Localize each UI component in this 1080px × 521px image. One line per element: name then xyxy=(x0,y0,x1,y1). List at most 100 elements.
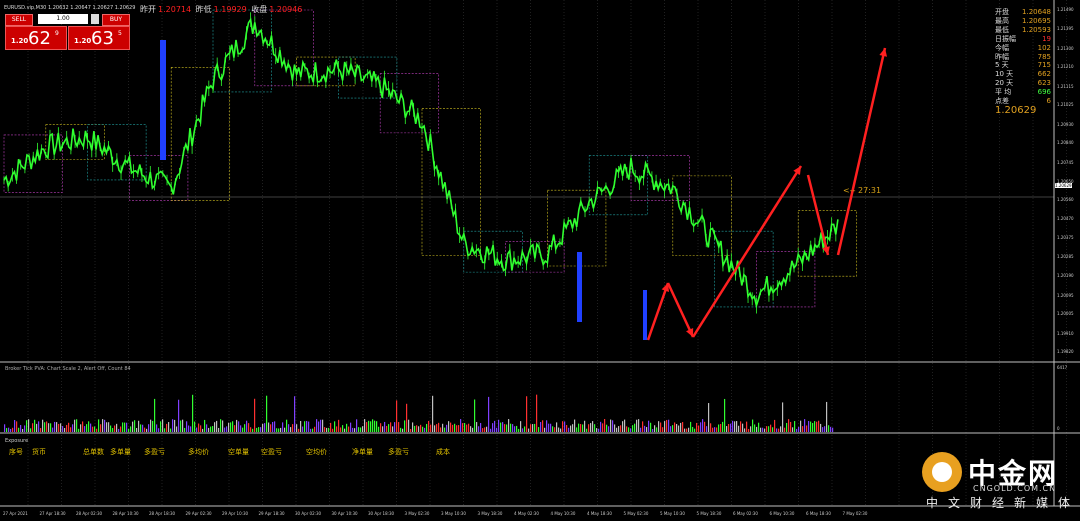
volume-bar xyxy=(610,419,612,432)
volume-bar xyxy=(62,426,64,432)
volume-bar xyxy=(262,423,264,432)
time-axis-label: 29 Apr 02:30 xyxy=(185,511,212,516)
daily-stats: 昨开 1.20714 昨低 1.19929 收盘 1.20946 xyxy=(140,4,304,15)
volume-bar xyxy=(586,428,588,432)
volume-bar xyxy=(308,421,310,432)
volume-bar xyxy=(638,419,640,432)
volume-bar xyxy=(602,423,604,432)
volume-bar xyxy=(706,426,708,432)
indicator-scale-top: 6417 xyxy=(1057,365,1068,370)
volume-bar xyxy=(374,420,376,432)
volume-bar xyxy=(496,427,498,432)
volume-bar xyxy=(328,427,330,432)
volume-bar xyxy=(558,427,560,432)
volume-bar xyxy=(172,419,174,432)
time-axis-label: 30 Apr 02:30 xyxy=(295,511,322,516)
volume-bar xyxy=(192,394,194,432)
volume-bar xyxy=(620,425,622,432)
info-row: 平 均 696 xyxy=(995,88,1051,97)
exposure-column-header: 空均价 xyxy=(306,448,327,456)
volume-bar xyxy=(576,427,578,432)
volume-bar xyxy=(526,396,528,432)
volume-bar xyxy=(216,420,218,432)
volume-bar xyxy=(512,424,514,432)
volume-bar xyxy=(334,421,336,432)
volume-bar xyxy=(320,419,322,432)
volume-bar xyxy=(250,427,252,432)
volume-bar xyxy=(156,424,158,432)
info-panel: 开盘 1.20648 最高 1.20695 最低 1.20593 日振幅 19 今幅 102 昨幅 7… xyxy=(995,8,1051,116)
volume-bar xyxy=(406,403,408,432)
volume-bar xyxy=(390,422,392,432)
volume-bar xyxy=(738,425,740,432)
volume-bar xyxy=(76,419,78,432)
logo-icon-center xyxy=(932,462,952,482)
info-row: 昨幅 785 xyxy=(995,53,1051,62)
volume-bar xyxy=(642,421,644,432)
volume-bar xyxy=(528,428,530,432)
volume-bar xyxy=(232,421,234,432)
info-row: 5 天 715 xyxy=(995,61,1051,70)
volume-bar xyxy=(478,426,480,432)
volume-bar xyxy=(220,419,222,432)
info-label: 日振幅 xyxy=(995,34,1016,43)
lot-size-input[interactable] xyxy=(38,14,88,24)
volume-bar xyxy=(366,422,368,432)
volume-bar xyxy=(682,422,684,432)
volume-bar xyxy=(670,426,672,432)
time-axis-label: 4 May 10:30 xyxy=(550,511,576,516)
arrow-shaft xyxy=(666,282,695,338)
volume-bar xyxy=(806,425,808,432)
volume-bar xyxy=(420,424,422,432)
volume-bar xyxy=(70,427,72,432)
volume-bar xyxy=(428,420,430,432)
sell-price-prefix: 1.20 xyxy=(11,37,29,45)
volume-bar xyxy=(86,424,88,432)
volume-bar xyxy=(72,424,74,432)
info-value: 19 xyxy=(1042,34,1051,43)
volume-bar xyxy=(402,428,404,432)
price-chart[interactable] xyxy=(0,0,1080,521)
exposure-column-header: 货币 xyxy=(32,448,46,456)
chart-grid xyxy=(27,0,1067,506)
volume-bar xyxy=(470,426,472,432)
buy-button[interactable]: BUY xyxy=(102,14,130,26)
volume-bar xyxy=(690,421,692,432)
volume-bar xyxy=(652,428,654,432)
volume-bar xyxy=(502,422,504,432)
volume-bar xyxy=(720,424,722,432)
volume-bar xyxy=(830,426,832,432)
volume-bar xyxy=(4,424,6,432)
volume-bar xyxy=(376,421,378,432)
volume-bar xyxy=(48,423,50,432)
volume-bar xyxy=(702,419,704,432)
volume-bar xyxy=(710,423,712,432)
volume-bar xyxy=(648,420,650,432)
info-label: 最高 xyxy=(995,16,1009,25)
volume-bar xyxy=(718,424,720,432)
volume-bar xyxy=(310,428,312,432)
bearish-block xyxy=(160,40,166,160)
volume-bar xyxy=(684,428,686,432)
volume-bar xyxy=(590,423,592,432)
exposure-label: Exposure xyxy=(5,438,29,444)
close-label: 收盘 xyxy=(251,5,268,14)
buy-price-button[interactable]: 1.20 63 5 xyxy=(68,26,130,50)
time-axis-label: 6 May 18:30 xyxy=(806,511,831,516)
sell-price-button[interactable]: 1.20 62 9 xyxy=(5,26,67,50)
info-label: 平 均 xyxy=(995,88,1012,97)
volume-bar xyxy=(258,427,260,432)
time-axis-label: 27 Apr 18:30 xyxy=(39,511,66,516)
open-label: 昨开 xyxy=(140,5,156,14)
info-row: 日振幅 19 xyxy=(995,35,1051,44)
volume-bar xyxy=(444,427,446,432)
volume-bar xyxy=(552,426,554,432)
sell-button[interactable]: SELL xyxy=(5,14,33,26)
volume-bar xyxy=(128,428,130,432)
bar-countdown: <-- 27:31 xyxy=(843,186,882,195)
volume-bar xyxy=(582,424,584,432)
lot-spinner-icon[interactable] xyxy=(91,14,99,24)
volume-bar xyxy=(440,427,442,432)
volume-bar xyxy=(762,427,764,432)
price-tick-label: 1.20745 xyxy=(1057,159,1074,165)
